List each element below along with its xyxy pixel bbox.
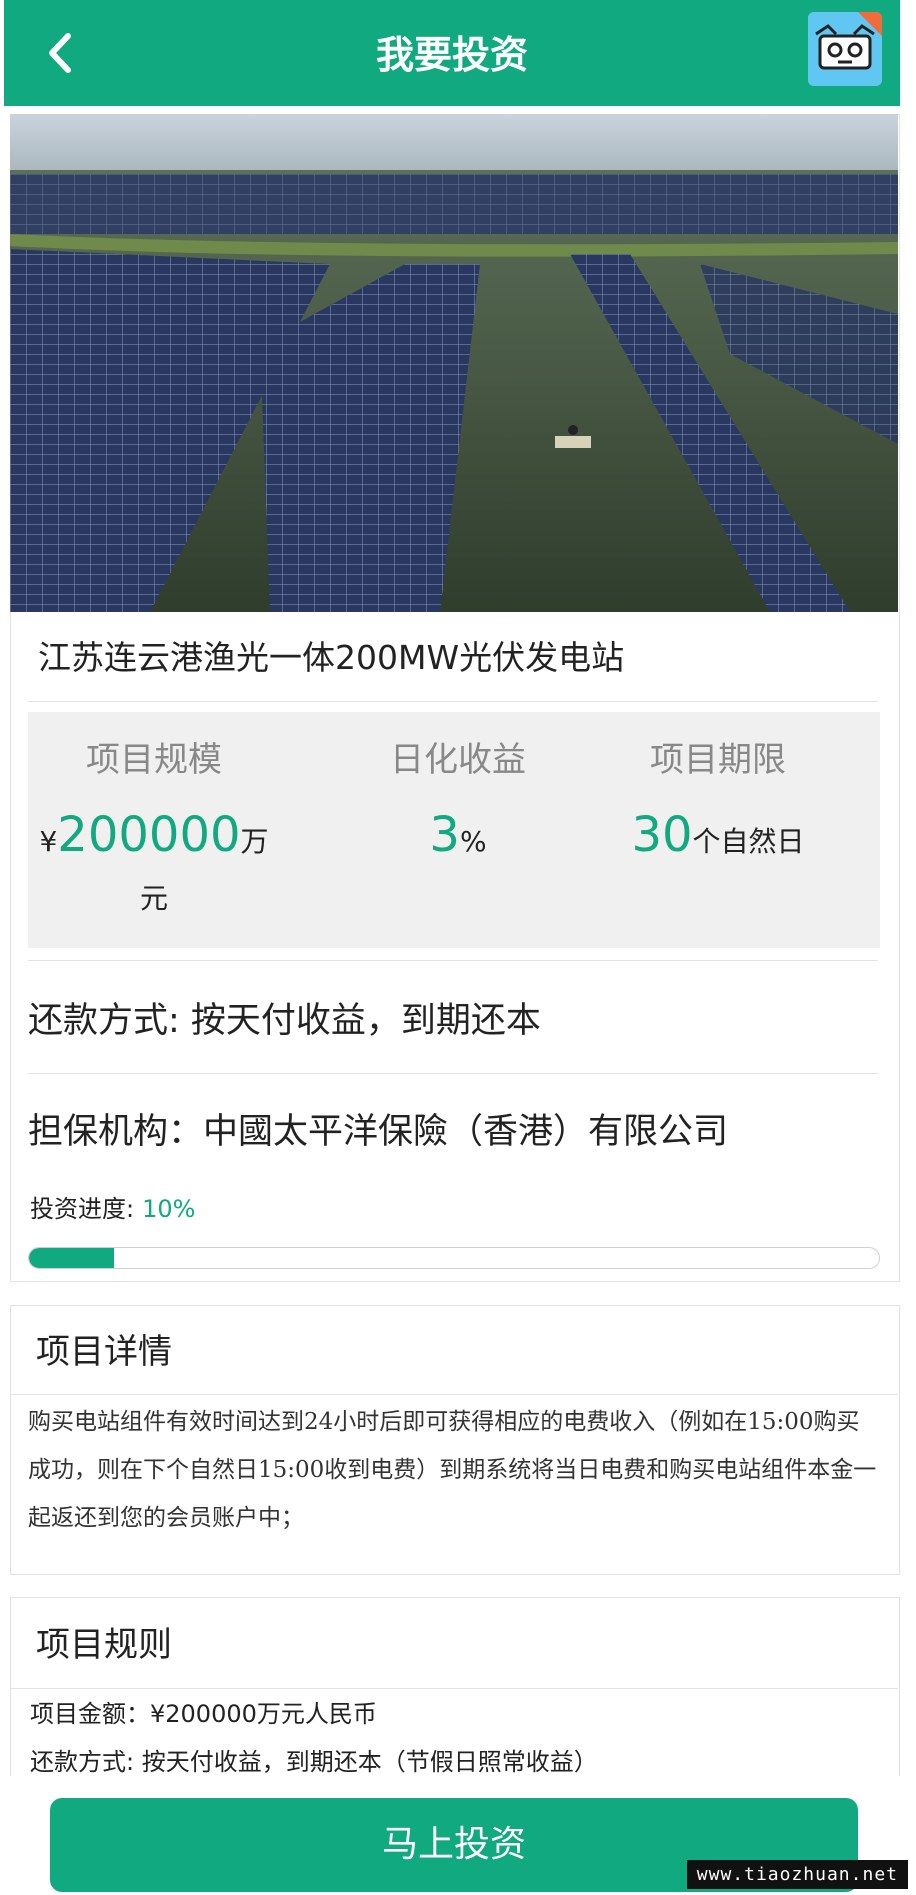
top-nav-bar: 我要投资 bbox=[4, 0, 900, 106]
repayment-method: 还款方式: 按天付收益，到期还本 bbox=[28, 1001, 541, 1041]
project-name: 江苏连云港渔光一体200MW光伏发电站 bbox=[38, 638, 625, 677]
stat-term: 项目期限 30个自然日 bbox=[588, 738, 848, 871]
divider bbox=[10, 1688, 898, 1689]
stat-label: 项目规模 bbox=[86, 740, 222, 780]
progress-fill bbox=[29, 1248, 114, 1268]
page-title: 我要投资 bbox=[375, 33, 528, 77]
app-logo-icon[interactable] bbox=[808, 12, 882, 86]
stat-label: 日化收益 bbox=[390, 740, 526, 780]
rule-line: 还款方式: 按天付收益，到期还本（节假日照常收益） bbox=[30, 1748, 598, 1776]
progress-label: 投资进度: 10% bbox=[30, 1195, 196, 1223]
progress-bar bbox=[28, 1247, 880, 1269]
stat-value: ¥200000万 bbox=[39, 807, 269, 863]
divider bbox=[28, 701, 878, 702]
stat-unit-wrap: 元 bbox=[139, 882, 168, 915]
watermark: www.tiaozhuan.net bbox=[686, 1860, 908, 1889]
progress-percent: 10% bbox=[142, 1195, 196, 1223]
project-stats: 项目规模 ¥200000万 元 日化收益 3% 项目期限 30个自然日 bbox=[28, 712, 880, 948]
stat-scale: 项目规模 ¥200000万 元 bbox=[34, 738, 274, 919]
details-text: 购买电站组件有效时间达到24小时后即可获得相应的电费收入（例如在15:00购买成… bbox=[28, 1409, 877, 1531]
details-title: 项目详情 bbox=[36, 1332, 172, 1372]
stat-value: 3% bbox=[429, 807, 487, 863]
divider bbox=[28, 960, 878, 961]
project-photo bbox=[10, 114, 898, 612]
rule-line: 项目金额：¥200000万元人民币 bbox=[30, 1700, 377, 1728]
rules-title: 项目规则 bbox=[36, 1625, 172, 1665]
divider bbox=[10, 1394, 898, 1395]
stat-value: 30个自然日 bbox=[631, 807, 805, 863]
stat-daily-return: 日化收益 3% bbox=[338, 738, 578, 871]
divider bbox=[28, 1073, 878, 1074]
guarantor: 担保机构：中國太平洋保險（香港）有限公司 bbox=[28, 1112, 729, 1152]
stat-label: 项目期限 bbox=[650, 740, 786, 780]
